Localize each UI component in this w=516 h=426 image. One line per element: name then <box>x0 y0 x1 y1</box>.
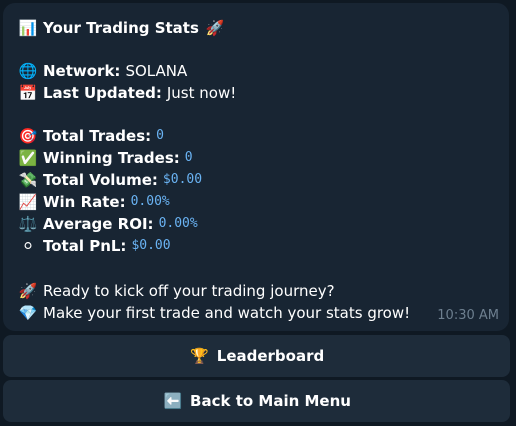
target-icon: 🎯 <box>18 127 38 145</box>
money-icon: 💸 <box>18 171 38 189</box>
network-value: SOLANA <box>125 62 188 80</box>
stat-row-average-roi: ⚖️ Average ROI: 0.00% <box>17 213 198 235</box>
gem-icon: 💎 <box>18 304 38 322</box>
stat-value: 0 <box>184 150 193 165</box>
stat-row-total-trades: 🎯 Total Trades: 0 <box>17 125 164 147</box>
chart-increasing-icon: 📈 <box>18 193 38 211</box>
rocket-icon: 🚀 <box>205 19 225 37</box>
stat-value: 0.00% <box>158 216 198 231</box>
message-bubble: 📊 Your Trading Stats 🚀 🌐 Network: SOLANA… <box>3 3 509 331</box>
back-to-main-menu-button[interactable]: ⬅️ Back to Main Menu <box>3 380 510 422</box>
cta-text: Ready to kick off your trading journey? <box>43 282 335 300</box>
back-button-label: Back to Main Menu <box>190 392 351 410</box>
network-row: 🌐 Network: SOLANA <box>17 60 188 82</box>
leaderboard-button-label: Leaderboard <box>216 347 325 365</box>
message-timestamp: 10:30 AM <box>437 308 499 323</box>
last-updated-row: 📅 Last Updated: Just now! <box>17 82 237 104</box>
stat-value: $0.00 <box>162 172 203 187</box>
stat-label: Total PnL: <box>43 237 127 255</box>
white-circle-icon: ⚪ <box>21 237 35 255</box>
stat-value: $0.00 <box>131 238 171 253</box>
stat-label: Total Trades: <box>43 127 152 145</box>
stat-value: 0 <box>156 128 164 143</box>
stat-row-total-pnl: ⚪ Total PnL: $0.00 <box>17 235 171 257</box>
stat-row-winning-trades: ✅ Winning Trades: 0 <box>17 147 193 169</box>
stat-value: 0.00% <box>130 194 170 209</box>
last-updated-label: Last Updated: <box>43 84 162 102</box>
cta-row-2: 💎 Make your first trade and watch your s… <box>17 302 410 324</box>
message-title: Your Trading Stats <box>43 19 199 37</box>
cta-row-1: 🚀 Ready to kick off your trading journey… <box>17 280 335 302</box>
leaderboard-button[interactable]: 🏆 Leaderboard <box>3 335 510 377</box>
balance-scale-icon: ⚖️ <box>18 215 38 233</box>
last-updated-value: Just now! <box>166 84 237 102</box>
stat-row-win-rate: 📈 Win Rate: 0.00% <box>17 191 170 213</box>
bar-chart-icon: 📊 <box>18 19 38 37</box>
check-mark-icon: ✅ <box>18 149 38 167</box>
stat-row-total-volume: 💸 Total Volume: $0.00 <box>17 169 202 191</box>
stat-label: Winning Trades: <box>43 149 180 167</box>
calendar-icon: 📅 <box>18 84 38 102</box>
globe-icon: 🌐 <box>18 62 38 80</box>
stat-label: Average ROI: <box>43 215 154 233</box>
cta-text: Make your first trade and watch your sta… <box>43 304 411 322</box>
stat-label: Total Volume: <box>43 171 158 189</box>
message-title-row: 📊 Your Trading Stats 🚀 <box>17 17 230 39</box>
trophy-icon: 🏆 <box>190 347 210 365</box>
stat-label: Win Rate: <box>43 193 126 211</box>
rocket-icon: 🚀 <box>18 282 38 300</box>
network-label: Network: <box>43 62 121 80</box>
left-arrow-icon: ⬅️ <box>163 392 183 410</box>
